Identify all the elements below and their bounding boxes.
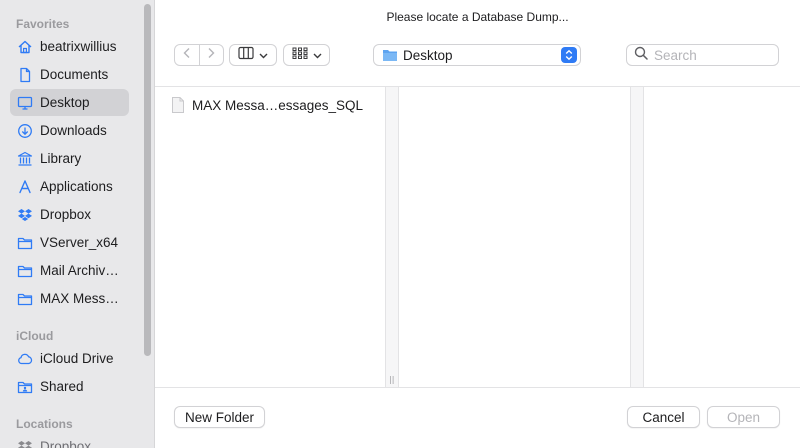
- grid-icon: [292, 46, 308, 64]
- applications-icon: [17, 179, 33, 195]
- sidebar-item-icloud-drive[interactable]: iCloud Drive: [10, 345, 129, 372]
- location-popup[interactable]: Desktop: [373, 44, 581, 66]
- file-icon: [171, 97, 185, 113]
- sidebar-item-label: Downloads: [40, 123, 107, 138]
- sidebar-item-label: beatrixwillius: [40, 39, 117, 54]
- forward-button[interactable]: [198, 45, 223, 65]
- shared-folder-icon: [17, 379, 33, 395]
- folder-icon: [17, 235, 33, 251]
- sidebar-item-label: Library: [40, 151, 82, 166]
- sidebar-item-label: Dropbox: [40, 439, 92, 448]
- sidebar-item-library[interactable]: Library: [10, 145, 129, 172]
- view-mode-button[interactable]: [229, 44, 277, 66]
- document-icon: [17, 67, 33, 83]
- column-divider[interactable]: [385, 87, 399, 387]
- home-icon: [17, 39, 33, 55]
- sidebar-item-label: Applications: [40, 179, 113, 194]
- search-field[interactable]: [626, 44, 779, 66]
- sidebar-item-label: Shared: [40, 379, 84, 394]
- group-by-button[interactable]: [283, 44, 330, 66]
- chevron-left-icon: [182, 46, 192, 64]
- sidebar-item-vserver[interactable]: VServer_x64: [10, 229, 129, 256]
- folder-icon: [382, 48, 398, 62]
- updown-chevron-icon: [561, 47, 577, 63]
- sidebar-section-icloud: iCloud: [16, 329, 54, 343]
- sidebar-section-favorites: Favorites: [16, 17, 70, 31]
- sidebar-scrollbar[interactable]: [144, 4, 151, 356]
- sidebar-item-label: Dropbox: [40, 207, 92, 222]
- navigation-buttons: [174, 44, 224, 66]
- search-input[interactable]: [654, 47, 774, 63]
- new-folder-button[interactable]: New Folder: [174, 406, 265, 428]
- library-icon: [17, 151, 33, 167]
- back-button[interactable]: [175, 45, 199, 65]
- column-divider[interactable]: [630, 87, 644, 387]
- sidebar-item-label: Desktop: [40, 95, 90, 110]
- cloud-icon: [17, 351, 33, 367]
- chevron-down-icon: [313, 46, 322, 64]
- cancel-button[interactable]: Cancel: [627, 406, 700, 428]
- sidebar-item-shared[interactable]: Shared: [10, 373, 129, 400]
- column-resize-grip[interactable]: ||: [389, 375, 394, 384]
- sidebar-section-locations: Locations: [16, 417, 73, 431]
- sidebar-item-dropbox[interactable]: Dropbox: [10, 201, 129, 228]
- dropbox-icon: [17, 439, 33, 448]
- columns-view-icon: [238, 46, 254, 65]
- sidebar-item-dropbox-location[interactable]: Dropbox: [10, 433, 129, 448]
- window-title: Please locate a Database Dump...: [386, 10, 569, 24]
- folder-icon: [17, 263, 33, 279]
- sidebar-item-downloads[interactable]: Downloads: [10, 117, 129, 144]
- desktop-icon: [17, 95, 33, 111]
- sidebar: Favorites beatrixwillius Documents Deskt…: [0, 0, 155, 448]
- sidebar-item-label: Documents: [40, 67, 109, 82]
- dropbox-icon: [17, 207, 33, 223]
- sidebar-item-documents[interactable]: Documents: [10, 61, 129, 88]
- column-browser[interactable]: MAX Messa…essages_SQL ||: [155, 86, 800, 388]
- sidebar-item-mail-archive[interactable]: Mail Archiv…: [10, 257, 129, 284]
- file-row[interactable]: MAX Messa…essages_SQL: [171, 95, 363, 115]
- sidebar-item-label: VServer_x64: [40, 235, 119, 250]
- search-icon: [634, 46, 648, 65]
- sidebar-item-label: Mail Archiv…: [40, 263, 119, 278]
- location-label: Desktop: [403, 47, 453, 63]
- sidebar-item-home[interactable]: beatrixwillius: [10, 33, 129, 60]
- download-icon: [17, 123, 33, 139]
- sidebar-item-desktop[interactable]: Desktop: [10, 89, 129, 116]
- sidebar-item-label: iCloud Drive: [40, 351, 114, 366]
- file-name: MAX Messa…essages_SQL: [192, 97, 364, 113]
- chevron-down-icon: [259, 46, 268, 64]
- sidebar-item-applications[interactable]: Applications: [10, 173, 129, 200]
- sidebar-item-label: MAX Mess…: [40, 291, 119, 306]
- sidebar-item-max-messages[interactable]: MAX Mess…: [10, 285, 129, 312]
- folder-icon: [17, 291, 33, 307]
- chevron-right-icon: [206, 46, 216, 64]
- open-button[interactable]: Open: [707, 406, 780, 428]
